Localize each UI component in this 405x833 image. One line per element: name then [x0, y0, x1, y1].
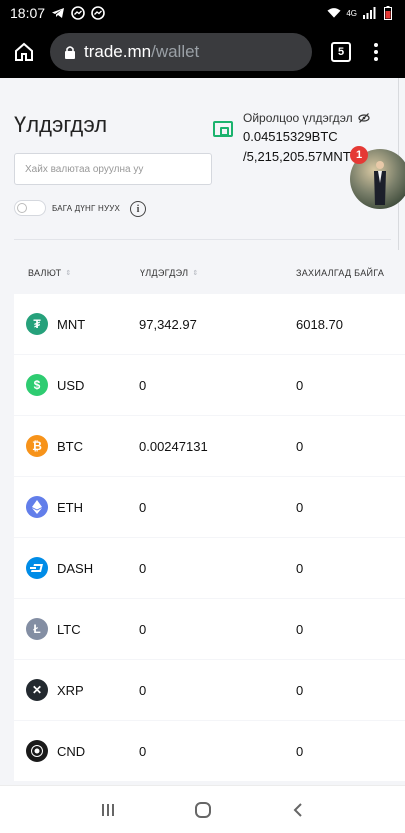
hide-small-balances-toggle[interactable] [14, 200, 46, 216]
in-orders-value: 0 [296, 378, 304, 393]
currency-code: MNT [57, 317, 86, 332]
divider [14, 239, 391, 240]
currency-code: CND [57, 744, 86, 759]
wifi-icon [327, 6, 341, 20]
currency-code: DASH [57, 561, 94, 576]
bitcoin-icon: ₿ [26, 435, 48, 457]
page-title: Үлдэгдэл [14, 112, 108, 137]
in-orders-value: 0 [296, 744, 304, 759]
in-orders-value: 0 [296, 439, 304, 454]
status-time: 18:07 [10, 5, 46, 21]
balance-value: 0.00247131 [139, 439, 208, 454]
home-button[interactable] [10, 38, 38, 66]
tether-icon: ₮ [26, 313, 48, 335]
url-text: trade.mn/wallet [84, 42, 199, 62]
status-bar: 18:07 4G [0, 0, 405, 26]
url-domain: trade.mn [84, 42, 152, 61]
table-row[interactable]: ₿ BTC 0.00247131 0 [14, 416, 405, 476]
header-in-orders[interactable]: ЗАХИАЛГАД БАЙГА [296, 268, 384, 278]
header-balance[interactable]: ҮЛДЭГДЭЛ ⇕ [140, 268, 199, 278]
sort-icon: ⇕ [65, 270, 72, 277]
table-row[interactable]: ✕ XRP 0 0 [14, 660, 405, 720]
currency-code: ETH [57, 500, 83, 515]
dollar-icon: $ [26, 374, 48, 396]
approx-balance-label: Ойролцоо үлдэгдэл [243, 111, 370, 125]
balance-value: 0 [139, 622, 147, 637]
dash-icon [26, 557, 48, 579]
header-label: ВАЛЮТ [28, 268, 62, 278]
currency-code: BTC [57, 439, 83, 454]
approx-balance-btc: 0.04515329BTC [243, 129, 338, 144]
header-label: ҮЛДЭГДЭЛ [140, 268, 189, 278]
header-currency[interactable]: ВАЛЮТ ⇕ [28, 268, 72, 278]
balance-value: 0 [139, 378, 147, 393]
lock-icon [65, 46, 75, 59]
header-label: ЗАХИАЛГАД БАЙГА [296, 268, 385, 278]
in-orders-value: 0 [296, 683, 304, 698]
recent-apps-icon [101, 803, 114, 816]
sort-icon: ⇕ [192, 270, 199, 277]
litecoin-icon: Ł [26, 618, 48, 640]
table-row[interactable]: $ USD 0 0 [14, 355, 405, 415]
back-icon [293, 802, 302, 817]
messenger-icon [71, 6, 85, 20]
approx-balance-text: Ойролцоо үлдэгдэл [243, 111, 353, 125]
in-orders-value: 6018.70 [296, 317, 343, 332]
recent-apps-button[interactable] [96, 798, 120, 822]
browser-toolbar: trade.mn/wallet 5 [0, 26, 405, 78]
home-circle-icon [194, 801, 211, 818]
wallet-icon [213, 121, 233, 137]
table-row[interactable]: ₮ MNT 97,342.97 6018.70 [14, 294, 405, 354]
table-row[interactable]: ETH 0 0 [14, 477, 405, 537]
balance-value: 97,342.97 [139, 317, 197, 332]
menu-dot-icon [374, 43, 378, 47]
currency-code: USD [57, 378, 85, 393]
info-icon[interactable]: i [130, 201, 146, 217]
balance-value: 0 [139, 561, 147, 576]
in-orders-value: 0 [296, 500, 304, 515]
in-orders-value: 0 [296, 622, 304, 637]
ethereum-icon [26, 496, 48, 518]
home-nav-button[interactable] [191, 798, 215, 822]
home-icon [15, 42, 33, 61]
toggle-knob [17, 203, 27, 213]
table-row[interactable]: DASH 0 0 [14, 538, 405, 598]
balance-value: 0 [139, 683, 147, 698]
currency-code: LTC [57, 622, 81, 637]
tabs-button[interactable]: 5 [331, 42, 351, 62]
person-figure [374, 161, 386, 205]
telegram-icon [51, 6, 65, 20]
table-row[interactable]: CND 0 0 [14, 721, 405, 781]
menu-button[interactable] [371, 43, 381, 61]
balance-value: 0 [139, 744, 147, 759]
currency-search-input[interactable] [14, 153, 212, 185]
menu-dot-icon [374, 57, 378, 61]
approx-balance-mnt: /5,215,205.57MNT [243, 149, 351, 164]
table-row[interactable]: Ł LTC 0 0 [14, 599, 405, 659]
notification-badge: 1 [350, 146, 368, 164]
wallet-page: Үлдэгдэл Ойролцоо үлдэгдэл 0.04515329BTC… [0, 78, 405, 785]
balance-value: 0 [139, 500, 147, 515]
back-button[interactable] [286, 798, 310, 822]
messenger-icon [91, 6, 105, 20]
hide-small-balances-label: БАГА ДҮНГ НУУХ [52, 204, 121, 213]
currency-code: XRP [57, 683, 84, 698]
cindicator-icon [26, 740, 48, 762]
in-orders-value: 0 [296, 561, 304, 576]
battery-icon [381, 6, 395, 20]
table-header: ВАЛЮТ ⇕ ҮЛДЭГДЭЛ ⇕ ЗАХИАЛГАД БАЙГА [14, 268, 405, 282]
signal-icon [362, 6, 376, 20]
balance-table: ₮ MNT 97,342.97 6018.70 $ USD 0 0 ₿ BTC … [14, 294, 405, 782]
xrp-icon: ✕ [26, 679, 48, 701]
android-nav-bar [0, 785, 405, 833]
network-type: 4G [346, 8, 357, 18]
url-bar[interactable]: trade.mn/wallet [50, 33, 312, 71]
menu-dot-icon [374, 50, 378, 54]
url-path: /wallet [151, 42, 200, 61]
eye-slash-icon[interactable] [358, 112, 370, 124]
